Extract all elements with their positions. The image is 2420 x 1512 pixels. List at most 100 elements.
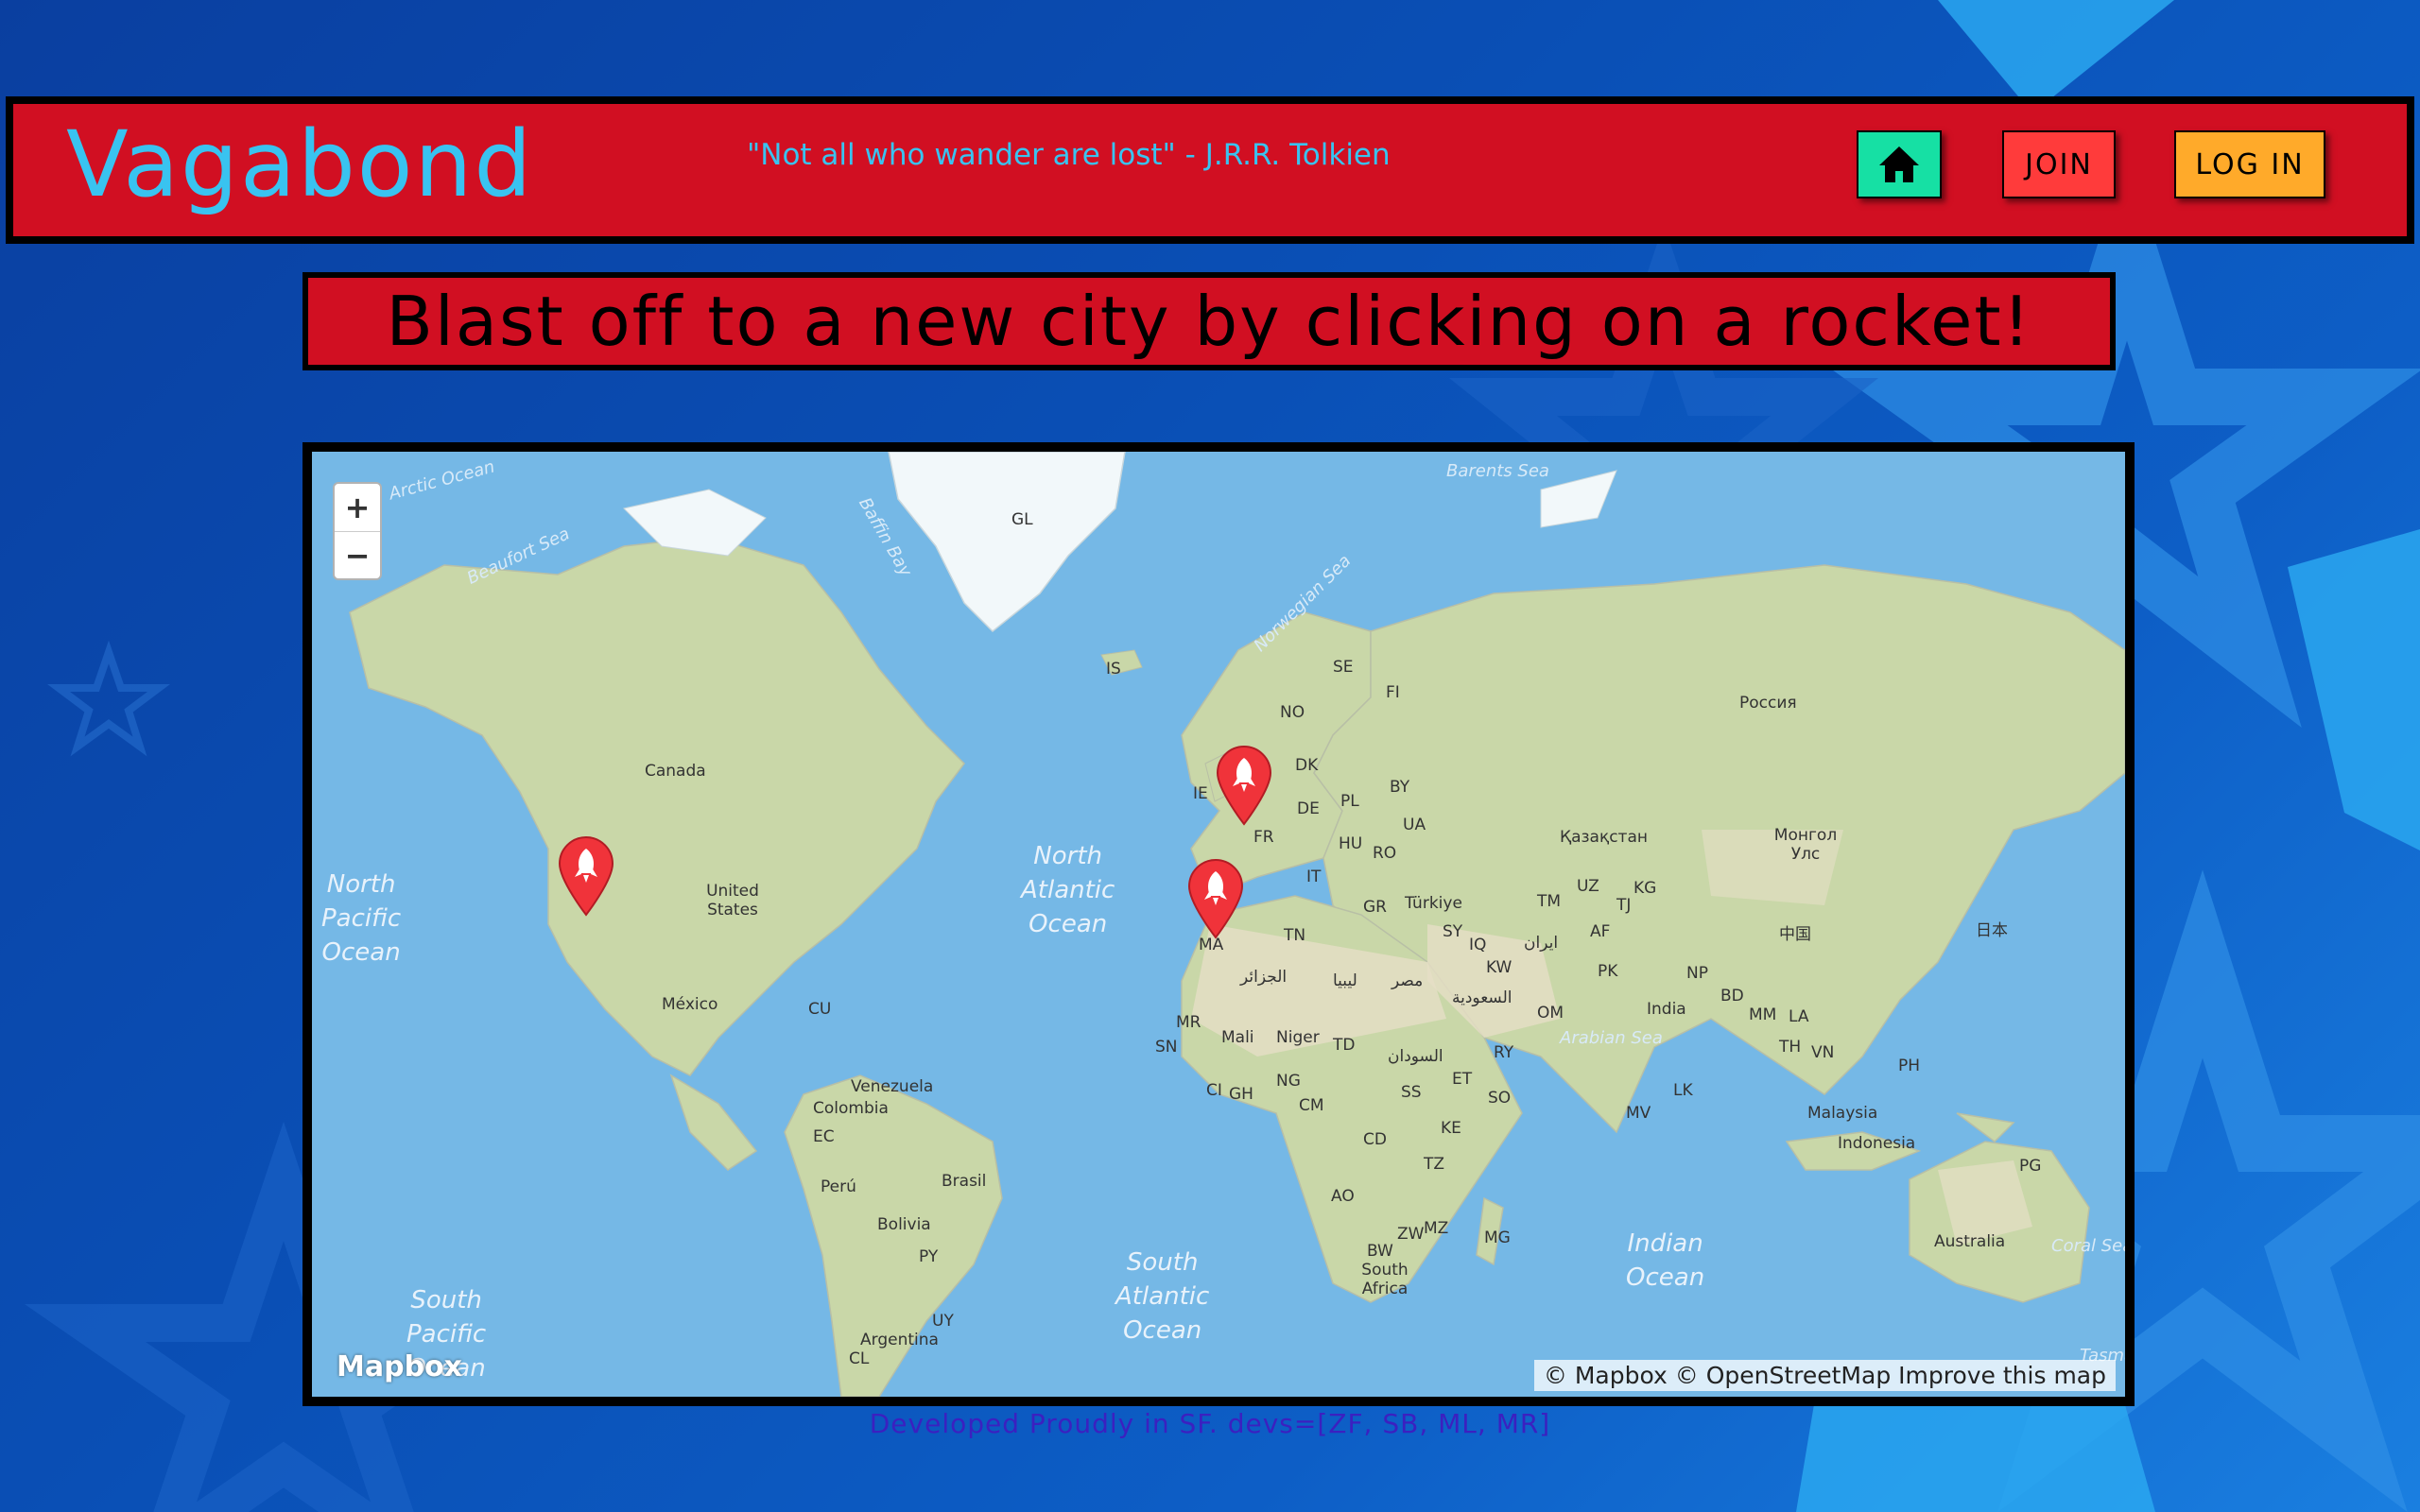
label-lk: LK: [1673, 1081, 1693, 1100]
label-th: TH: [1779, 1038, 1802, 1057]
label-cl: CL: [849, 1349, 870, 1368]
sea-barents: Barents Sea: [1446, 461, 1549, 481]
label-dk: DK: [1295, 756, 1319, 775]
zoom-control: + −: [333, 482, 382, 580]
header-quote: "Not all who wander are lost" - J.R.R. T…: [747, 138, 1391, 172]
label-indonesia: Indonesia: [1838, 1134, 1916, 1153]
label-egypt: مصر: [1392, 971, 1424, 990]
map-attribution[interactable]: © Mapbox © OpenStreetMap Improve this ma…: [1533, 1360, 2116, 1391]
label-tz: TZ: [1424, 1155, 1445, 1174]
label-ss: SS: [1401, 1083, 1422, 1102]
label-algeria: الجزائر: [1240, 968, 1288, 987]
home-icon: [1879, 146, 1919, 182]
label-canada: Canada: [645, 762, 706, 781]
label-russia: Россия: [1739, 694, 1797, 713]
label-tm: TM: [1537, 892, 1562, 911]
label-kaz: Қазақстан: [1560, 828, 1648, 847]
label-af: AF: [1590, 922, 1611, 941]
label-ua: UA: [1403, 816, 1426, 834]
label-mexico: México: [662, 995, 718, 1014]
zoom-in-button[interactable]: +: [335, 484, 380, 532]
label-fi: FI: [1386, 683, 1400, 702]
label-by: BY: [1390, 778, 1410, 797]
label-om: OM: [1537, 1004, 1564, 1022]
label-cm: CM: [1299, 1096, 1324, 1115]
ocean-north-atlantic: North Atlantic Ocean: [1021, 842, 1115, 938]
label-libya: ليبيا: [1333, 971, 1357, 990]
label-uz: UZ: [1577, 877, 1599, 896]
instruction-banner: Blast off to a new city by clicking on a…: [302, 272, 2116, 370]
label-pg: PG: [2019, 1157, 2042, 1176]
label-australia: Australia: [1934, 1232, 2006, 1251]
label-mv: MV: [1626, 1104, 1651, 1123]
label-mm: MM: [1749, 1005, 1777, 1024]
label-pl: PL: [1340, 792, 1359, 811]
label-mr: MR: [1176, 1013, 1201, 1032]
label-saudi: السعودية: [1452, 988, 1512, 1007]
label-us: United States: [706, 882, 759, 919]
label-fr: FR: [1253, 828, 1274, 847]
rocket-pin-icon[interactable]: [1214, 745, 1274, 826]
rocket-pin-icon[interactable]: [556, 835, 616, 917]
label-uy: UY: [932, 1312, 954, 1331]
label-ph: PH: [1898, 1057, 1921, 1075]
label-mongolia: Монгол Улс: [1773, 826, 1838, 864]
label-gl: GL: [1011, 510, 1033, 529]
label-bd: BD: [1720, 987, 1744, 1005]
label-sudan: السودان: [1388, 1047, 1443, 1066]
label-china: 中国: [1779, 925, 1811, 944]
label-cu: CU: [808, 1000, 832, 1019]
world-map[interactable]: + − North Pacific Ocean North Atlantic O…: [302, 442, 2135, 1406]
mapbox-logo[interactable]: Mapbox: [337, 1350, 462, 1383]
label-gr: GR: [1363, 898, 1387, 917]
label-gh: GH: [1229, 1085, 1253, 1104]
ocean-south-atlantic: South Atlantic Ocean: [1115, 1248, 1210, 1345]
label-kg: KG: [1634, 879, 1657, 898]
label-la: LA: [1789, 1007, 1809, 1026]
label-hu: HU: [1339, 834, 1363, 853]
label-iq: IQ: [1469, 936, 1487, 954]
label-et: ET: [1452, 1070, 1473, 1089]
label-tn: TN: [1284, 926, 1306, 945]
label-ci: CI: [1206, 1081, 1222, 1100]
label-py: PY: [919, 1247, 939, 1266]
zoom-out-button[interactable]: −: [335, 532, 380, 579]
label-japan: 日本: [1976, 921, 2008, 940]
label-turkiye: Türkiye: [1405, 894, 1462, 913]
label-brasil: Brasil: [942, 1172, 987, 1191]
label-no: NO: [1280, 703, 1305, 722]
label-ro: RO: [1373, 844, 1397, 863]
banner-text: Blast off to a new city by clicking on a…: [386, 282, 2032, 361]
label-kw: KW: [1486, 958, 1512, 977]
brand-logo[interactable]: Vagabond: [66, 112, 533, 217]
label-ke: KE: [1441, 1119, 1461, 1138]
ocean-indian: Indian Ocean: [1626, 1229, 1705, 1292]
label-pk: PK: [1598, 962, 1618, 981]
label-argentina: Argentina: [860, 1331, 939, 1349]
label-bolivia: Bolivia: [877, 1215, 931, 1234]
login-button[interactable]: LOG IN: [2174, 130, 2325, 198]
label-south-africa: South Africa: [1361, 1261, 1409, 1298]
label-bw: BW: [1367, 1242, 1393, 1261]
rocket-pin-icon[interactable]: [1185, 858, 1246, 939]
label-india: India: [1647, 1000, 1686, 1019]
ocean-north-pacific: North Pacific Ocean: [321, 870, 402, 967]
label-iran: ایران: [1524, 934, 1559, 953]
site-header: Vagabond "Not all who wander are lost" -…: [6, 96, 2414, 244]
label-ng: NG: [1276, 1072, 1301, 1091]
label-ec: EC: [813, 1127, 835, 1146]
label-ao: AO: [1331, 1187, 1355, 1206]
label-ie: IE: [1193, 784, 1208, 803]
label-mz: MZ: [1424, 1219, 1449, 1238]
label-vn: VN: [1811, 1043, 1835, 1062]
label-it: IT: [1306, 868, 1322, 886]
label-sn: SN: [1155, 1038, 1178, 1057]
label-td: TD: [1333, 1036, 1356, 1055]
label-cd: CD: [1363, 1130, 1387, 1149]
sea-coral: Coral Sea: [2051, 1236, 2134, 1256]
join-button[interactable]: JOIN: [2002, 130, 2116, 198]
sea-arabian: Arabian Sea: [1560, 1028, 1663, 1048]
home-button[interactable]: [1857, 130, 1942, 198]
label-malaysia: Malaysia: [1807, 1104, 1878, 1123]
label-tj: TJ: [1616, 896, 1632, 915]
